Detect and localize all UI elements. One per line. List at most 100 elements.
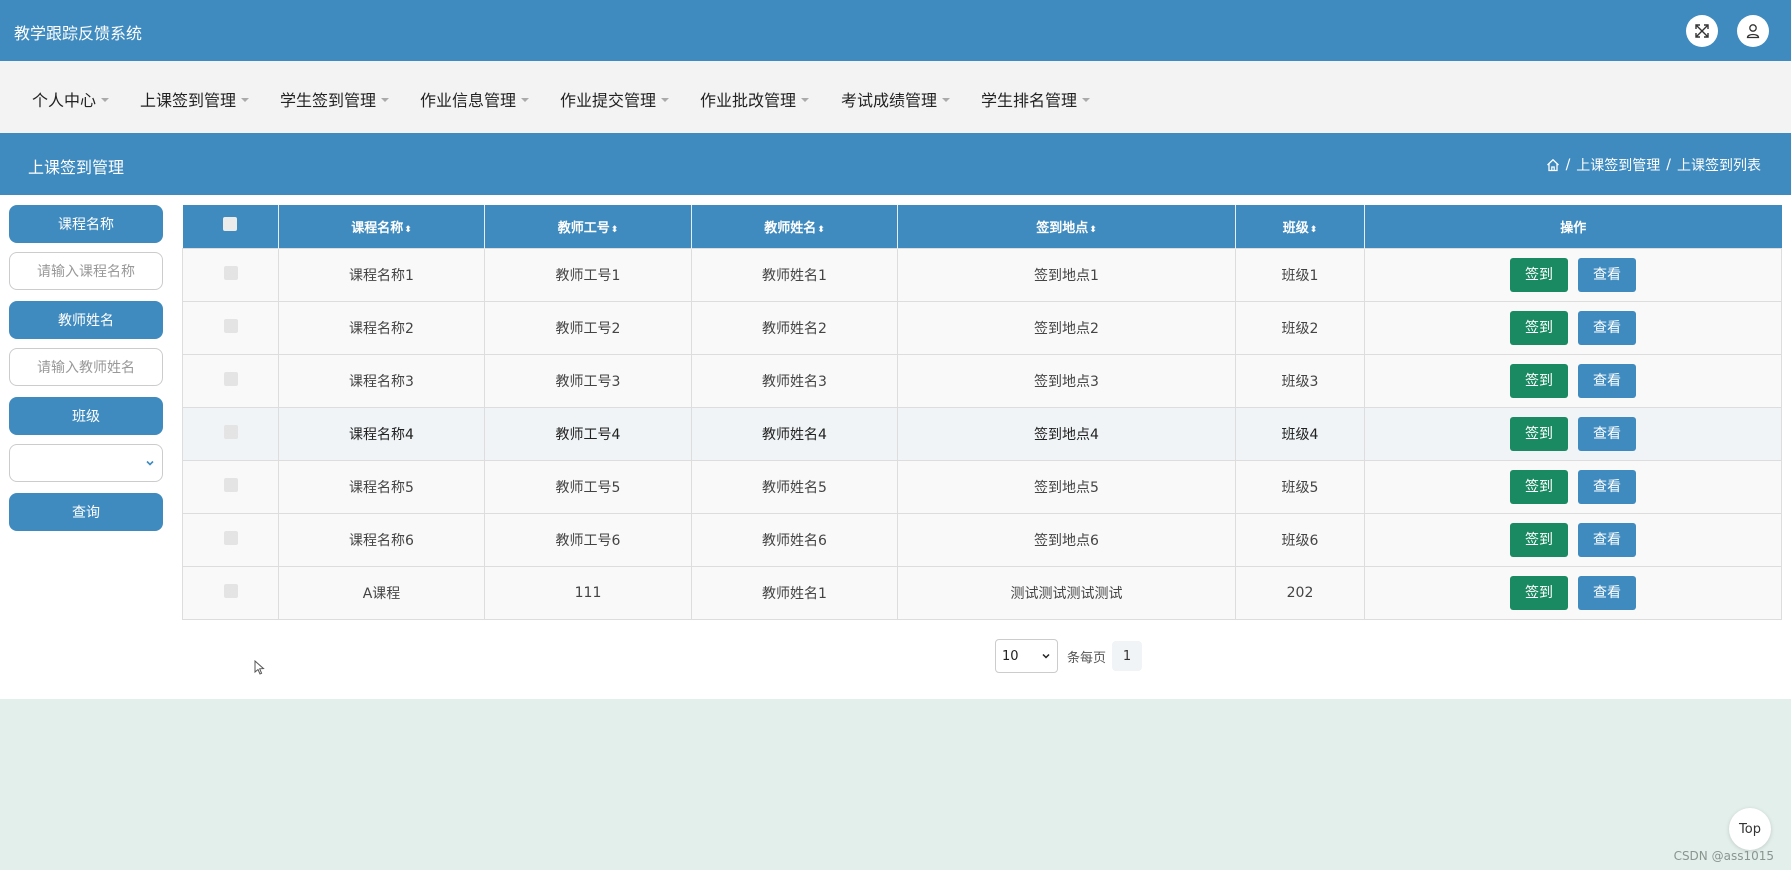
column-header-teacher-name[interactable]: 教师姓名⬍ [691, 205, 898, 248]
row-checkbox[interactable] [223, 583, 238, 598]
cell-teacher-id: 教师工号5 [484, 459, 692, 513]
column-header-teacher-id[interactable]: 教师工号⬍ [484, 205, 692, 248]
teacher-name-input[interactable]: 请输入教师姓名 [9, 348, 163, 386]
view-button[interactable]: 查看 [1578, 469, 1636, 504]
chevron-down-icon [1042, 653, 1050, 659]
caret-down-icon [521, 97, 530, 102]
breadcrumb: / 上课签到管理 / 上课签到列表 [1546, 155, 1761, 175]
nav-item-class-signin[interactable]: 上课签到管理 [140, 87, 250, 111]
section-header: 上课签到管理 / 上课签到管理 / 上课签到列表 [0, 133, 1791, 195]
view-button[interactable]: 查看 [1578, 522, 1636, 557]
caret-down-icon [661, 97, 670, 102]
main-content: 课程名称 请输入课程名称 教师姓名 请输入教师姓名 班级 查询 课程名称⬍ 教师… [0, 195, 1791, 699]
page-size-value: 10 [1002, 648, 1019, 664]
teacher-name-label: 教师姓名 [9, 301, 163, 339]
table-row: 课程名称2 教师工号2 教师姓名2 签到地点2 班级2 签到 查看 [182, 300, 1782, 354]
breadcrumb-item-current: 上课签到列表 [1677, 158, 1761, 174]
column-header-location[interactable]: 签到地点⬍ [897, 205, 1236, 248]
cell-teacher-id: 教师工号4 [484, 406, 692, 460]
nav-item-student-signin[interactable]: 学生签到管理 [280, 87, 390, 111]
view-button[interactable]: 查看 [1578, 416, 1636, 451]
row-checkbox[interactable] [223, 424, 238, 439]
nav-item-student-ranking[interactable]: 学生排名管理 [981, 87, 1091, 111]
cell-actions: 签到 查看 [1364, 406, 1782, 460]
sort-icon[interactable]: ⬍ [817, 225, 825, 235]
cell-location: 签到地点5 [897, 459, 1236, 513]
view-button[interactable]: 查看 [1578, 575, 1636, 610]
sign-in-button[interactable]: 签到 [1510, 363, 1568, 398]
back-to-top-button[interactable]: Top [1729, 808, 1771, 850]
view-button[interactable]: 查看 [1578, 310, 1636, 345]
nav-item-homework-info[interactable]: 作业信息管理 [420, 87, 530, 111]
cell-teacher-id: 教师工号3 [484, 353, 692, 407]
cell-teacher-name: 教师姓名3 [691, 353, 898, 407]
sign-in-button[interactable]: 签到 [1510, 522, 1568, 557]
column-header-actions: 操作 [1364, 205, 1782, 248]
fullscreen-button[interactable] [1686, 15, 1718, 47]
cell-actions: 签到 查看 [1364, 300, 1782, 354]
query-button[interactable]: 查询 [9, 493, 163, 531]
caret-down-icon [381, 97, 390, 102]
user-button[interactable] [1737, 15, 1769, 47]
cell-location: 签到地点1 [897, 247, 1236, 301]
row-checkbox[interactable] [223, 371, 238, 386]
cell-teacher-name: 教师姓名1 [691, 247, 898, 301]
row-checkbox[interactable] [223, 477, 238, 492]
view-button[interactable]: 查看 [1578, 257, 1636, 292]
sign-in-button[interactable]: 签到 [1510, 257, 1568, 292]
course-name-input[interactable]: 请输入课程名称 [9, 252, 163, 290]
view-button[interactable]: 查看 [1578, 363, 1636, 398]
cell-location: 签到地点6 [897, 512, 1236, 566]
sign-in-button[interactable]: 签到 [1510, 310, 1568, 345]
breadcrumb-separator: / [1565, 157, 1571, 173]
cell-course: 课程名称2 [278, 300, 485, 354]
column-header-class[interactable]: 班级⬍ [1235, 205, 1365, 248]
sign-in-button[interactable]: 签到 [1510, 575, 1568, 610]
cell-class: 班级3 [1235, 353, 1365, 407]
nav-item-homework-submit[interactable]: 作业提交管理 [560, 87, 670, 111]
cell-location: 签到地点3 [897, 353, 1236, 407]
app-title: 教学跟踪反馈系统 [14, 24, 143, 43]
caret-down-icon [101, 97, 110, 102]
cell-teacher-name: 教师姓名4 [691, 406, 898, 460]
cell-teacher-id: 教师工号2 [484, 300, 692, 354]
row-checkbox[interactable] [223, 530, 238, 545]
select-all-header [182, 205, 279, 248]
sort-icon[interactable]: ⬍ [404, 225, 412, 235]
home-icon[interactable] [1546, 158, 1560, 172]
table-row: 课程名称3 教师工号3 教师姓名3 签到地点3 班级3 签到 查看 [182, 353, 1782, 407]
nav-item-personal-center[interactable]: 个人中心 [32, 87, 110, 111]
cell-actions: 签到 查看 [1364, 565, 1782, 620]
cell-location: 签到地点4 [897, 406, 1236, 460]
sign-in-button[interactable]: 签到 [1510, 416, 1568, 451]
breadcrumb-item[interactable]: 上课签到管理 [1576, 155, 1660, 175]
select-all-checkbox[interactable] [223, 217, 238, 232]
pagination: 10 条每页 1 [995, 639, 1143, 673]
sort-icon[interactable]: ⬍ [611, 225, 619, 235]
cell-class: 班级5 [1235, 459, 1365, 513]
page-number-button[interactable]: 1 [1112, 641, 1143, 671]
user-icon [1746, 24, 1760, 39]
sign-in-button[interactable]: 签到 [1510, 469, 1568, 504]
nav-item-exam-scores[interactable]: 考试成绩管理 [841, 87, 951, 111]
row-checkbox[interactable] [223, 318, 238, 333]
table-row: A课程 111 教师姓名1 测试测试测试测试 202 签到 查看 [182, 565, 1782, 620]
row-checkbox[interactable] [223, 265, 238, 280]
top-bar: 教学跟踪反馈系统 [0, 0, 1791, 61]
cell-actions: 签到 查看 [1364, 512, 1782, 566]
sort-icon[interactable]: ⬍ [1310, 225, 1318, 235]
page-size-select[interactable]: 10 [995, 639, 1058, 673]
table-header-row: 课程名称⬍ 教师工号⬍ 教师姓名⬍ 签到地点⬍ 班级⬍ 操作 [182, 205, 1782, 248]
cell-class: 班级6 [1235, 512, 1365, 566]
watermark: CSDN @ass1015 [1673, 849, 1774, 863]
cell-course: 课程名称3 [278, 353, 485, 407]
sort-icon[interactable]: ⬍ [1089, 225, 1097, 235]
cell-teacher-id: 教师工号6 [484, 512, 692, 566]
cell-location: 测试测试测试测试 [897, 565, 1236, 620]
class-select[interactable] [9, 444, 163, 482]
chevron-down-icon [146, 460, 154, 466]
caret-down-icon [241, 97, 250, 102]
cell-teacher-id: 111 [484, 565, 692, 620]
nav-item-homework-grading[interactable]: 作业批改管理 [700, 87, 810, 111]
column-header-course[interactable]: 课程名称⬍ [278, 205, 485, 248]
